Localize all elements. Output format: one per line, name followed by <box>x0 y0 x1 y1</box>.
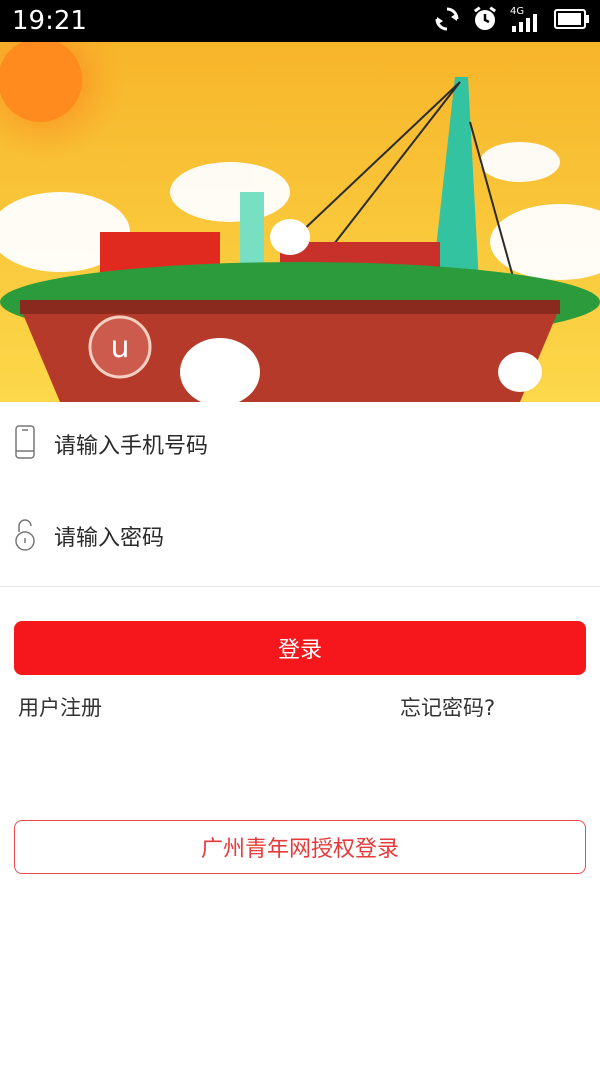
lock-icon <box>14 516 36 552</box>
status-icons: 4G <box>434 6 590 36</box>
signal-icon: 4G <box>510 6 542 34</box>
phone-icon <box>14 424 36 460</box>
alarm-icon <box>472 6 498 36</box>
hero-illustration: u <box>0 42 600 402</box>
gzyouth-auth-button[interactable]: 广州青年网授权登录 <box>14 820 586 874</box>
phone-field[interactable]: 请输入手机号码 <box>0 402 600 495</box>
register-link[interactable]: 用户注册 <box>18 692 102 722</box>
status-bar: 19:21 4G <box>0 0 600 42</box>
battery-icon <box>554 8 590 34</box>
svg-text:u: u <box>110 330 129 365</box>
sync-icon <box>434 6 460 36</box>
forgot-password-link[interactable]: 忘记密码? <box>400 692 495 722</box>
status-time: 19:21 <box>12 6 87 36</box>
network-label: 4G <box>510 6 525 17</box>
password-placeholder: 请输入密码 <box>54 526 165 551</box>
password-field[interactable]: 请输入密码 <box>0 494 600 587</box>
login-button[interactable]: 登录 <box>14 621 586 675</box>
phone-placeholder: 请输入手机号码 <box>54 434 209 459</box>
